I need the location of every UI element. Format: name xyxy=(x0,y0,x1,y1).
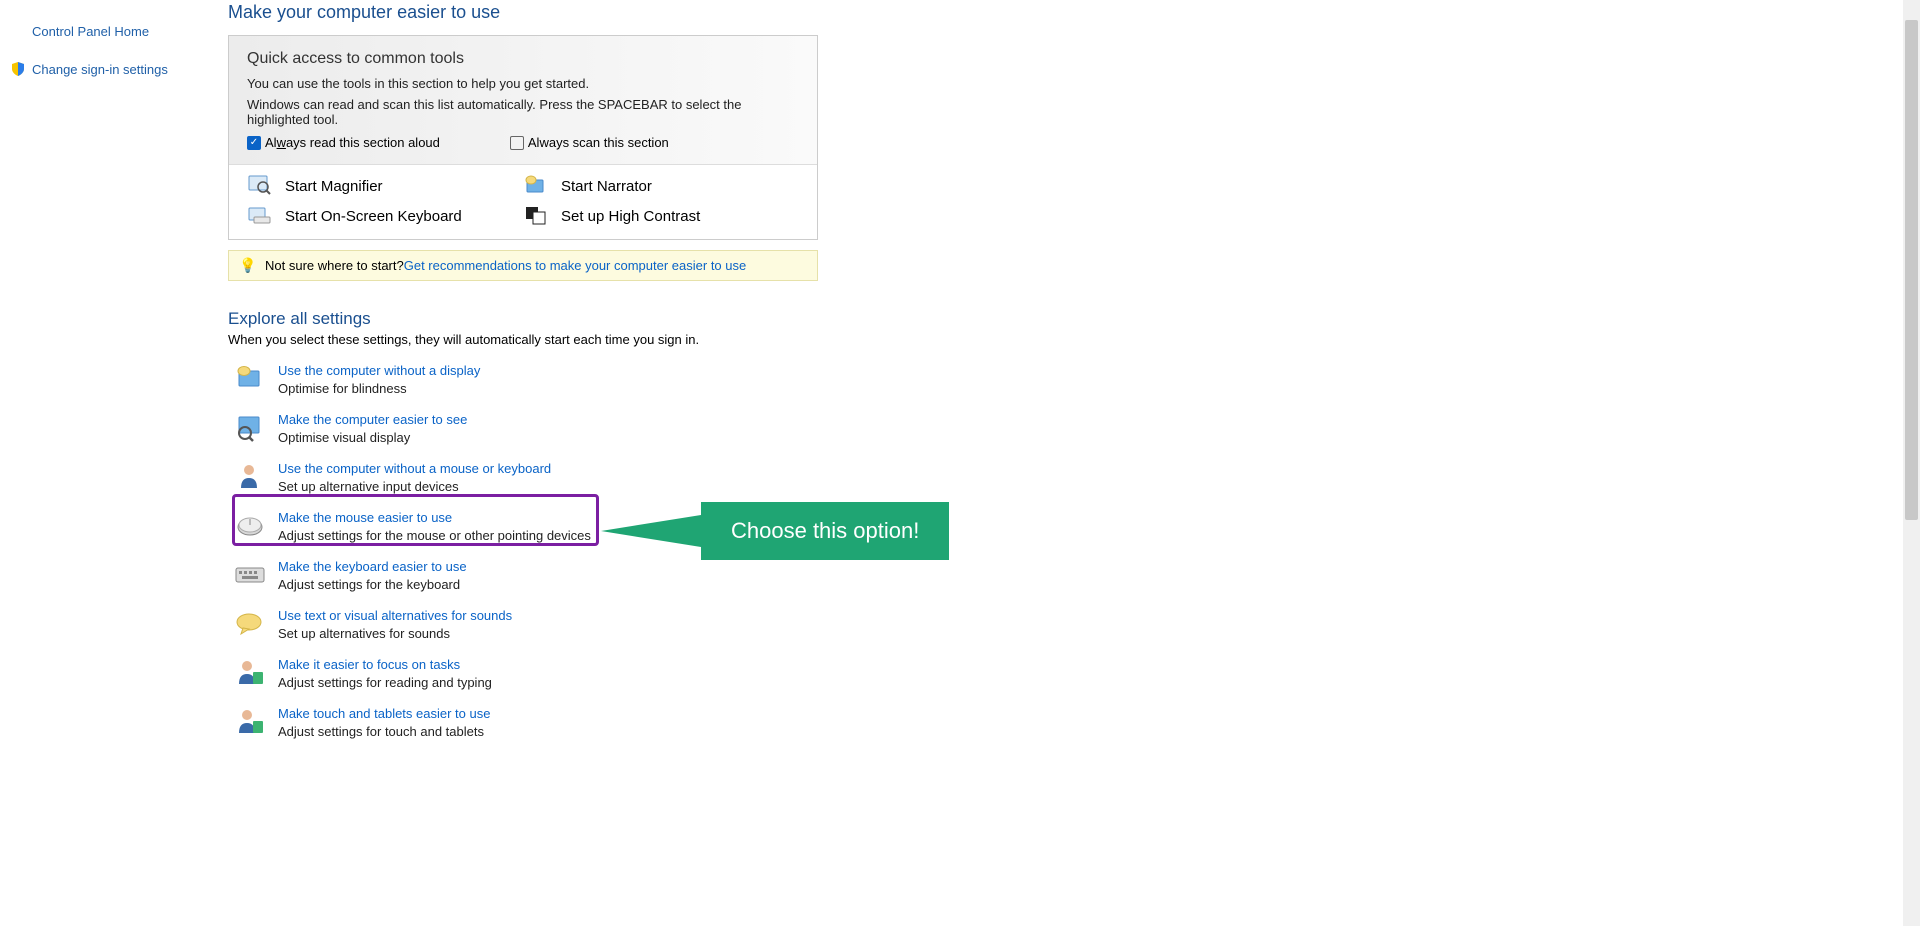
tool-label: Start Magnifier xyxy=(285,178,383,195)
explore-subtitle: When you select these settings, they wil… xyxy=(228,332,1228,347)
setting-row: Make touch and tablets easier to use Adju… xyxy=(228,700,1228,749)
setting-icon xyxy=(234,706,266,738)
setting-text: Use text or visual alternatives for soun… xyxy=(278,608,512,641)
setting-title-link[interactable]: Make touch and tablets easier to use xyxy=(278,706,490,721)
setting-title-link[interactable]: Make it easier to focus on tasks xyxy=(278,657,492,672)
tool-label: Start Narrator xyxy=(561,178,652,195)
setting-desc: Set up alternative input devices xyxy=(278,479,551,494)
setting-desc: Adjust settings for touch and tablets xyxy=(278,724,490,739)
setting-text: Use the computer without a mouse or keyb… xyxy=(278,461,551,494)
quick-access-header: Quick access to common tools You can use… xyxy=(229,36,817,165)
setting-title-link[interactable]: Make the computer easier to see xyxy=(278,412,467,427)
setting-text: Make touch and tablets easier to use Adju… xyxy=(278,706,490,739)
setting-row: Use the computer without a mouse or keyb… xyxy=(228,455,1228,504)
contrast-icon xyxy=(523,205,549,227)
lightbulb-icon: 💡 xyxy=(239,257,255,274)
setting-row: Make it easier to focus on tasks Adjust s… xyxy=(228,651,1228,700)
setting-desc: Optimise visual display xyxy=(278,430,467,445)
checkbox-label: Always scan this section xyxy=(528,135,669,150)
tool-label: Start On-Screen Keyboard xyxy=(285,208,462,225)
callout-text: Choose this option! xyxy=(731,518,919,544)
setting-icon xyxy=(234,608,266,640)
quick-access-title: Quick access to common tools xyxy=(247,50,799,68)
narrator-icon xyxy=(523,175,549,197)
setting-title-link[interactable]: Make the mouse easier to use xyxy=(278,510,591,525)
annotation-arrow-icon xyxy=(601,515,701,547)
recommendations-bar: 💡 Not sure where to start? Get recommend… xyxy=(228,250,818,281)
setting-desc: Adjust settings for the mouse or other p… xyxy=(278,528,591,543)
magnifier-icon xyxy=(247,175,273,197)
setting-icon xyxy=(234,412,266,444)
vertical-scrollbar[interactable] xyxy=(1903,0,1920,926)
checkbox-label: Always read this section aloud xyxy=(265,135,440,150)
tool-label: Set up High Contrast xyxy=(561,208,700,225)
scan-section-checkbox[interactable]: Always scan this section xyxy=(510,135,669,150)
change-signin-settings-link[interactable]: Change sign-in settings xyxy=(8,57,210,81)
keyboard-icon xyxy=(247,205,273,227)
checkbox-checked-icon: ✓ xyxy=(247,136,261,150)
setting-desc: Adjust settings for reading and typing xyxy=(278,675,492,690)
setting-title-link[interactable]: Make the keyboard easier to use xyxy=(278,559,467,574)
setting-text: Use the computer without a display Optimi… xyxy=(278,363,480,396)
start-narrator-link[interactable]: Start Narrator xyxy=(523,175,799,197)
annotation-callout: Choose this option! xyxy=(701,502,949,560)
explore-title: Explore all settings xyxy=(228,309,1228,329)
quick-access-text1: You can use the tools in this section to… xyxy=(247,76,799,91)
recommendations-link[interactable]: Get recommendations to make your compute… xyxy=(404,258,747,273)
main-content: Make your computer easier to use Quick a… xyxy=(228,0,1228,749)
sidebar: Control Panel Home Change sign-in settin… xyxy=(0,0,218,103)
shield-icon xyxy=(8,61,28,77)
quick-access-text2: Windows can read and scan this list auto… xyxy=(247,97,799,127)
quick-tools-grid: Start Magnifier Start Narrator Start On-… xyxy=(229,165,817,239)
setting-row: Make the keyboard easier to use Adjust se… xyxy=(228,553,1228,602)
start-magnifier-link[interactable]: Start Magnifier xyxy=(247,175,523,197)
setting-row: Use the computer without a display Optimi… xyxy=(228,357,1228,406)
setting-desc: Adjust settings for the keyboard xyxy=(278,577,467,592)
start-osk-link[interactable]: Start On-Screen Keyboard xyxy=(247,205,523,227)
control-panel-home-link[interactable]: Control Panel Home xyxy=(8,20,210,43)
setting-icon xyxy=(234,461,266,493)
setting-title-link[interactable]: Use text or visual alternatives for soun… xyxy=(278,608,512,623)
sidebar-label: Control Panel Home xyxy=(32,24,149,39)
read-aloud-checkbox[interactable]: ✓ Always read this section aloud xyxy=(247,135,440,150)
setting-icon xyxy=(234,657,266,689)
setup-high-contrast-link[interactable]: Set up High Contrast xyxy=(523,205,799,227)
setting-text: Make the computer easier to see Optimise … xyxy=(278,412,467,445)
setting-icon xyxy=(234,363,266,395)
quick-access-box: Quick access to common tools You can use… xyxy=(228,35,818,240)
setting-title-link[interactable]: Use the computer without a display xyxy=(278,363,480,378)
setting-title-link[interactable]: Use the computer without a mouse or keyb… xyxy=(278,461,551,476)
setting-icon xyxy=(234,510,266,542)
setting-row: Use text or visual alternatives for soun… xyxy=(228,602,1228,651)
setting-text: Make the keyboard easier to use Adjust se… xyxy=(278,559,467,592)
setting-icon xyxy=(234,559,266,591)
page-title: Make your computer easier to use xyxy=(228,0,1228,35)
checkbox-unchecked-icon xyxy=(510,136,524,150)
scrollbar-thumb[interactable] xyxy=(1905,20,1918,520)
setting-text: Make it easier to focus on tasks Adjust s… xyxy=(278,657,492,690)
setting-text: Make the mouse easier to use Adjust setti… xyxy=(278,510,591,543)
sidebar-label: Change sign-in settings xyxy=(32,62,168,77)
setting-desc: Optimise for blindness xyxy=(278,381,480,396)
setting-row: Make the computer easier to see Optimise … xyxy=(228,406,1228,455)
setting-desc: Set up alternatives for sounds xyxy=(278,626,512,641)
tip-prefix: Not sure where to start? xyxy=(265,258,404,273)
